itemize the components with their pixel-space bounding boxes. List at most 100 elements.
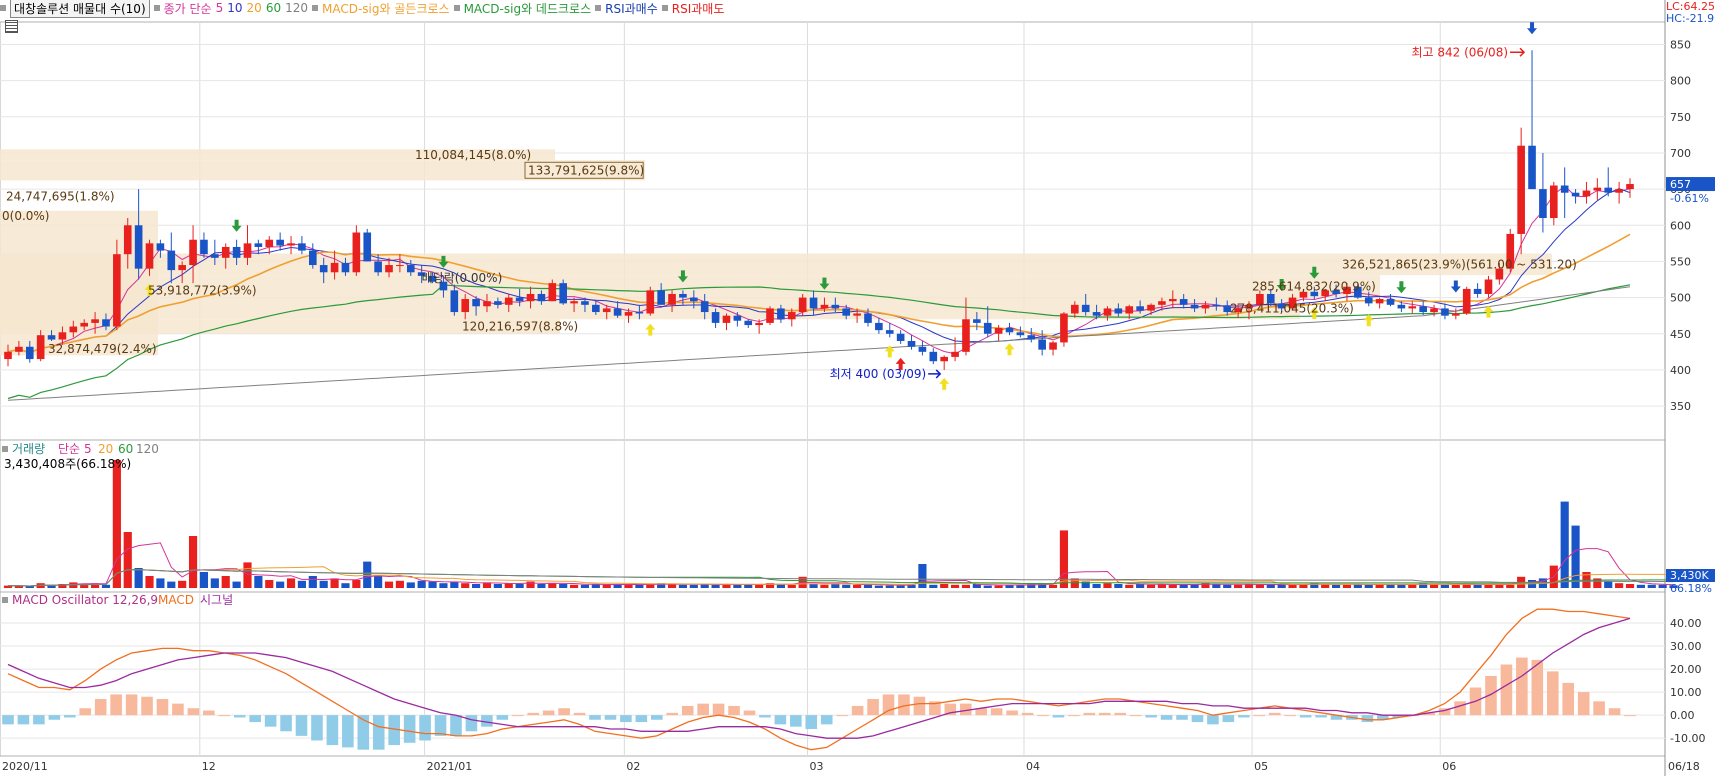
volume-profile-label: 53,918,772(3.9%) [148, 283, 257, 297]
candle-body [809, 297, 818, 309]
candle-body [15, 346, 23, 352]
candle-body [1005, 327, 1014, 333]
candle-body [657, 290, 665, 305]
volume-bar [1625, 584, 1635, 588]
volume-profile-label: 110,084,145(8.0%) [415, 148, 531, 162]
volume-bar [602, 584, 611, 588]
macd-oscillator-bar [63, 715, 76, 718]
candle-body [853, 313, 861, 316]
volume-bar [254, 576, 263, 588]
candle-body [548, 283, 557, 302]
candle-body [744, 320, 753, 326]
macd-oscillator-bar [836, 715, 848, 717]
volume-bar [1179, 584, 1188, 588]
macd-oscillator-bar [79, 708, 92, 716]
macd-oscillator-bar [1222, 715, 1235, 723]
volume-bar [1136, 584, 1145, 588]
candle-body [352, 232, 361, 273]
candle-body [200, 239, 208, 255]
candle-body [330, 262, 339, 273]
volume-ma-period: 20 [98, 442, 113, 456]
candle-body [1386, 299, 1395, 305]
candle-body [733, 315, 742, 321]
volume-bar [1636, 584, 1645, 588]
chart-title-box[interactable]: 대창솔루션 매물대 수(10) [10, 0, 150, 18]
candle-body [1441, 308, 1449, 316]
volume-bar [1114, 584, 1123, 588]
candle-body [145, 243, 154, 269]
candle-body [1071, 304, 1079, 314]
macd-tick-label: 20.00 [1670, 663, 1702, 676]
volume-bar [1386, 584, 1395, 588]
candle-body [308, 250, 317, 266]
dead-cross-legend[interactable]: MACD-sig와 데드크로스 [464, 0, 592, 17]
candle-body [624, 312, 633, 316]
candle-body [1408, 306, 1417, 309]
macd-oscillator-bar [48, 715, 61, 720]
rsi-overbought-legend[interactable]: RSI과매수 [605, 0, 658, 17]
volume-bar [1277, 584, 1286, 588]
volume-bar [961, 584, 971, 588]
candle-body [276, 239, 284, 246]
volume-bar [1571, 525, 1580, 588]
volume-bar [1397, 584, 1406, 588]
volume-bar [1331, 584, 1341, 588]
candle-body [1027, 335, 1036, 340]
macd-oscillator-bar [651, 715, 663, 720]
candle-body [1147, 304, 1155, 311]
volume-bar [1560, 501, 1569, 588]
candle-body [1430, 308, 1438, 313]
candle-body [1582, 190, 1591, 197]
volume-ma-period: 120 [136, 442, 159, 456]
candle-body [1539, 189, 1547, 219]
stock-chart: 2020/11 12 2021/01 02 03 04 05 06 06/18 850 800 750… [0, 0, 1715, 776]
volume-bar [983, 585, 992, 588]
golden-cross-legend[interactable]: MACD-sig와 골든크로스 [322, 0, 450, 17]
candle-body [613, 308, 622, 316]
candle-body [211, 254, 219, 258]
min-price-label: 최저 400 (03/09) [830, 367, 927, 381]
x-tick-label: 02 [626, 760, 640, 773]
candle-body [1517, 145, 1525, 234]
candle-body [1125, 306, 1134, 314]
macd-oscillator-bar [527, 712, 540, 716]
volume-bar [580, 584, 590, 588]
volume-bar [428, 581, 437, 588]
ma-legend-label[interactable]: 종가 단순 [164, 0, 212, 17]
volume-bar [950, 584, 960, 588]
rsi-oversold-legend[interactable]: RSI과매도 [672, 0, 725, 17]
volume-bar [1495, 584, 1504, 588]
candle-body [679, 293, 687, 298]
x-tick-label: 04 [1026, 760, 1040, 773]
volume-bar [374, 576, 383, 588]
price-tick-label: 600 [1670, 219, 1691, 232]
volume-bar [330, 578, 339, 588]
macd-oscillator-bar [820, 715, 833, 725]
candle-body [450, 290, 459, 313]
price-tick-label: 350 [1670, 400, 1691, 413]
x-tick-label: 03 [810, 760, 824, 773]
grid-toggle-icon[interactable] [5, 20, 18, 33]
volume-bar [134, 568, 143, 588]
volume-bar [1103, 583, 1112, 588]
volume-bar [1604, 581, 1613, 588]
candle-body [1081, 304, 1090, 313]
macd-oscillator-bar [1114, 712, 1127, 716]
macd-oscillator-bar [604, 715, 617, 720]
macd-tick-label: 10.00 [1670, 686, 1702, 699]
candle-body [1397, 304, 1406, 309]
volume-bar [569, 584, 579, 588]
candle-body [232, 246, 241, 258]
candle-body [102, 319, 110, 327]
macd-oscillator-bar [1562, 682, 1575, 716]
volume-bar [820, 584, 829, 588]
candle-body [494, 301, 502, 305]
macd-oscillator-bar [1176, 715, 1188, 720]
max-price-label: 최고 842 (06/08) [1411, 45, 1508, 59]
volume-bar [199, 572, 209, 588]
candle-body [167, 250, 176, 271]
candle-body [319, 265, 328, 273]
legend-marker-icon [2, 446, 8, 452]
candle-body [602, 308, 611, 313]
candle-body [1615, 189, 1623, 193]
